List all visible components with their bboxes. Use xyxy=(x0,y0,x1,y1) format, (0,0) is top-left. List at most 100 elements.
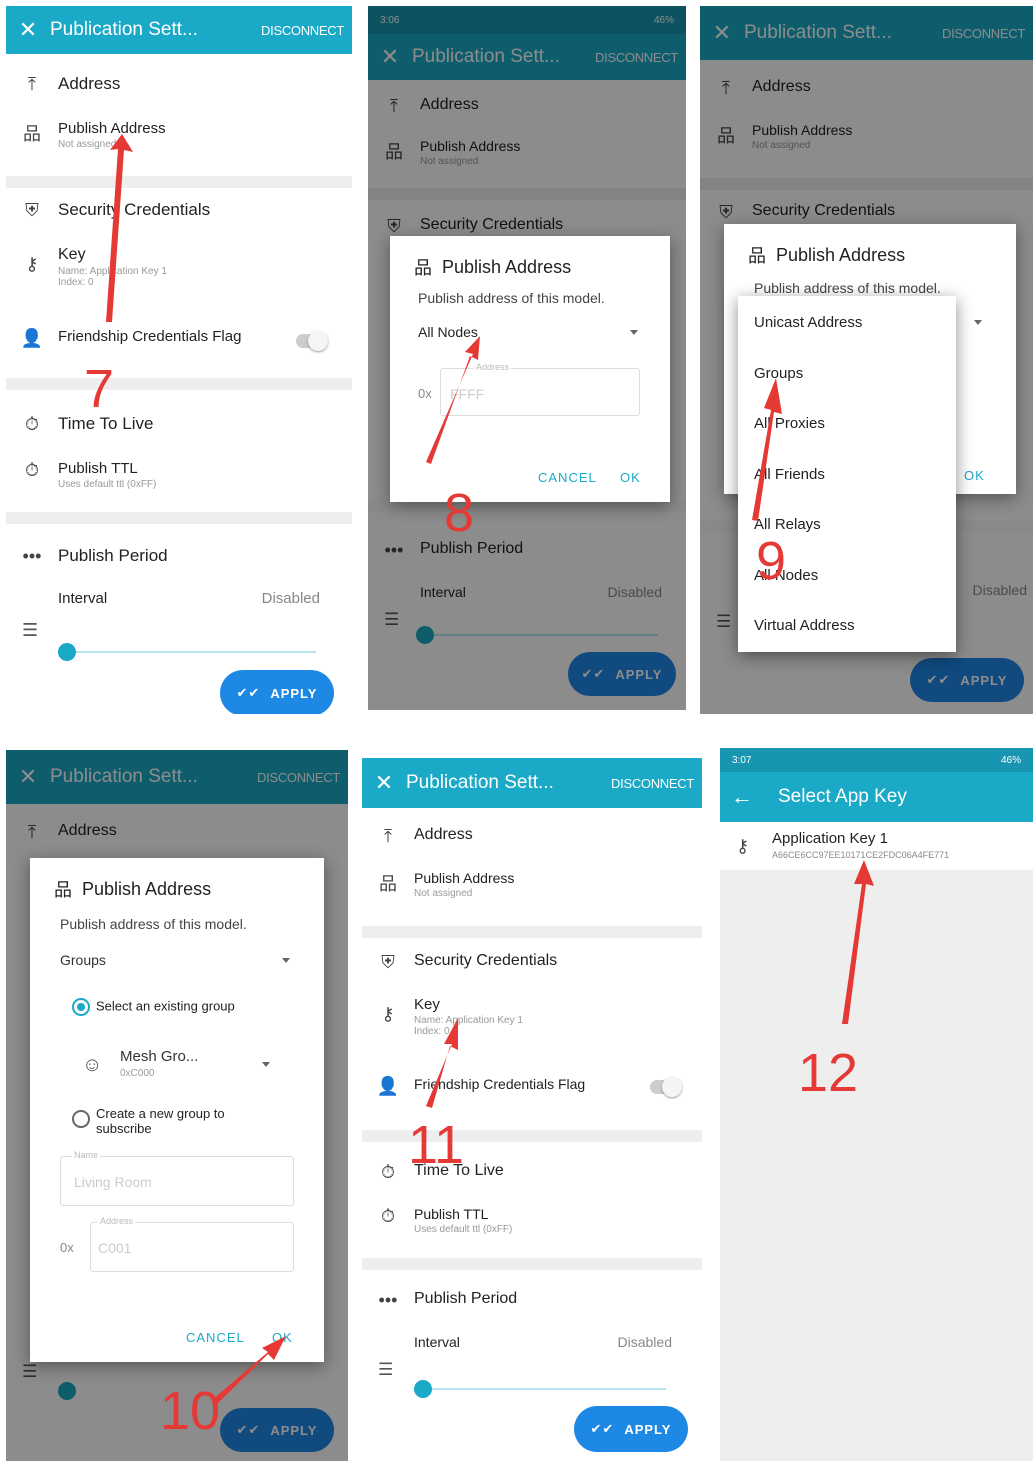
interval-slider-track[interactable] xyxy=(422,1388,666,1390)
timer-icon: ⏱ xyxy=(24,414,40,434)
status-bar: 3:07 46% xyxy=(720,748,1033,772)
ok-button[interactable]: OK xyxy=(272,1330,293,1345)
key-index: Index: 0 xyxy=(414,1026,450,1037)
interval-slider-thumb[interactable] xyxy=(58,643,76,661)
group-icon: ☺ xyxy=(82,1054,103,1076)
back-arrow-icon[interactable]: ← xyxy=(720,784,764,810)
address-value: FFFF xyxy=(450,386,485,402)
interval-slider-track[interactable] xyxy=(66,651,316,653)
section-header-period: Publish Period xyxy=(414,1290,518,1307)
address-type-menu: Unicast Address Groups All Proxies All F… xyxy=(738,296,956,652)
publish-address-row[interactable]: 品 Publish Address Not assigned xyxy=(6,120,352,150)
address-type-select[interactable]: All Nodes xyxy=(418,324,478,340)
group-address-label: Address xyxy=(98,1216,136,1226)
disconnect-button[interactable]: DISCONNECT xyxy=(261,23,352,38)
publish-ttl-value: Uses default ttl (0xFF) xyxy=(414,1224,513,1235)
friendship-toggle[interactable] xyxy=(650,1077,682,1097)
network-icon: 品 xyxy=(379,874,397,894)
publish-address-value: Not assigned xyxy=(58,139,117,150)
ok-button[interactable]: OK xyxy=(964,468,985,483)
step-number-10: 10 xyxy=(160,1381,221,1441)
apply-button[interactable]: ✔✔ APPLY xyxy=(220,670,334,714)
publish-ttl-label: Publish TTL xyxy=(414,1206,489,1222)
list-icon: ☰ xyxy=(378,1360,394,1379)
group-address: 0xC000 xyxy=(120,1068,155,1079)
menu-item-groups[interactable]: Groups xyxy=(754,365,803,382)
radio-unselected-icon xyxy=(72,1110,90,1128)
dialog-message: Publish address of this model. xyxy=(60,916,247,932)
publish-ttl-row[interactable]: ⏱ Publish TTL Uses default ttl (0xFF) xyxy=(6,460,352,490)
group-address-placeholder: C001 xyxy=(98,1240,132,1256)
cancel-button[interactable]: CANCEL xyxy=(186,1330,245,1345)
group-name-placeholder: Living Room xyxy=(74,1174,152,1190)
step-number-11: 11 xyxy=(408,1115,465,1175)
publish-ttl-value: Uses default ttl (0xFF) xyxy=(58,479,157,490)
security-card: ⛨ Security Credentials ⚷ Key Name: Applicat… xyxy=(6,188,352,378)
period-card: ••• Publish Period Interval Disabled ☰ ✔✔… xyxy=(6,524,352,714)
cancel-button[interactable]: CANCEL xyxy=(538,470,597,485)
publish-ttl-row[interactable]: ⏱ Publish TTL Uses default ttl (0xFF) xyxy=(362,1206,702,1235)
disconnect-button[interactable]: DISCONNECT xyxy=(611,776,702,791)
shield-icon: ⛨ xyxy=(25,200,39,220)
screen-publication-settings-2: ✕ Publication Sett... DISCONNECT ⤒ Addres… xyxy=(362,758,702,1461)
publish-address-value: Not assigned xyxy=(414,888,473,899)
interval-label: Interval xyxy=(58,590,108,607)
apply-button[interactable]: ✔✔ APPLY xyxy=(574,1406,688,1452)
key-row[interactable]: ⚷ Key Name: Application Key 1 Index: 0 xyxy=(6,246,352,288)
group-name-label: Name xyxy=(72,1150,101,1160)
menu-item-unicast[interactable]: Unicast Address xyxy=(754,314,862,331)
shield-icon: ⛨ xyxy=(381,952,395,972)
list-icon: ☰ xyxy=(22,620,39,640)
status-time: 3:07 xyxy=(732,754,752,766)
key-icon: ⚷ xyxy=(736,836,750,856)
timer-icon: ⏱ xyxy=(24,460,40,480)
friend-icon: 👤 xyxy=(20,328,44,348)
upload-icon: ⤒ xyxy=(384,826,392,846)
friendship-toggle[interactable] xyxy=(296,331,328,351)
page-title: Publication Sett... xyxy=(406,772,554,793)
section-header-address: Address xyxy=(58,74,121,93)
ttl-card: ⏱ Time To Live ⏱ Publish TTL Uses default t… xyxy=(6,390,352,512)
close-icon[interactable]: ✕ xyxy=(362,770,406,796)
screen-select-app-key: 3:07 46% ← Select App Key ⚷ Application K… xyxy=(720,748,1033,1461)
close-icon[interactable]: ✕ xyxy=(6,17,50,43)
network-icon: 品 xyxy=(23,124,41,144)
app-key-list-item[interactable]: ⚷ Application Key 1 A66CE6CC97EE10171CE2… xyxy=(720,822,1033,870)
publish-ttl-label: Publish TTL xyxy=(58,460,138,477)
menu-item-all-proxies[interactable]: All Proxies xyxy=(754,415,825,432)
key-name: Name: Application Key 1 xyxy=(414,1015,523,1026)
section-header-address: Address xyxy=(414,826,473,843)
network-icon: 品 xyxy=(748,246,766,266)
new-group-option[interactable]: Create a new group to subscribe xyxy=(72,1106,272,1136)
ok-button[interactable]: OK xyxy=(620,470,641,485)
dialog-title: Publish Address xyxy=(442,256,572,277)
menu-item-all-friends[interactable]: All Friends xyxy=(754,466,825,483)
step-number-8: 8 xyxy=(444,483,475,543)
step-number-12: 12 xyxy=(798,1043,859,1103)
step-number-7: 7 xyxy=(84,359,115,419)
dialog-title: Publish Address xyxy=(776,244,906,265)
publish-address-label: Publish Address xyxy=(58,120,166,137)
app-bar: ✕ Publication Sett... DISCONNECT xyxy=(6,6,352,54)
key-row[interactable]: ⚷ Key Name: Application Key 1 Index: 0 xyxy=(362,996,702,1037)
network-icon: 品 xyxy=(414,258,432,278)
step-number-9: 9 xyxy=(756,531,787,591)
app-bar: ✕ Publication Sett... DISCONNECT xyxy=(362,758,702,808)
interval-slider-thumb[interactable] xyxy=(414,1380,432,1398)
double-check-icon: ✔✔ xyxy=(236,685,261,700)
group-name[interactable]: Mesh Gro... xyxy=(120,1048,198,1065)
dialog-message: Publish address of this model. xyxy=(754,280,941,296)
key-icon: ⚷ xyxy=(25,254,39,274)
key-icon: ⚷ xyxy=(381,1004,395,1024)
menu-item-virtual[interactable]: Virtual Address xyxy=(754,617,855,634)
section-header-security: Security Credentials xyxy=(58,200,211,219)
screen-groups-dialog: ✕ Publication Sett... DISCONNECT ⤒ Addres… xyxy=(6,750,348,1461)
page-title: Publication Sett... xyxy=(50,19,198,40)
upload-icon: ⤒ xyxy=(28,74,36,94)
interval-value: Disabled xyxy=(617,1334,672,1350)
existing-group-option[interactable]: Select an existing group xyxy=(72,998,235,1016)
publish-address-row[interactable]: 品 Publish Address Not assigned xyxy=(362,870,702,899)
address-type-select[interactable]: Groups xyxy=(60,952,106,968)
chevron-down-icon xyxy=(630,330,638,335)
app-key-value: A66CE6CC97EE10171CE2FDC06A4FE771 xyxy=(772,850,950,860)
